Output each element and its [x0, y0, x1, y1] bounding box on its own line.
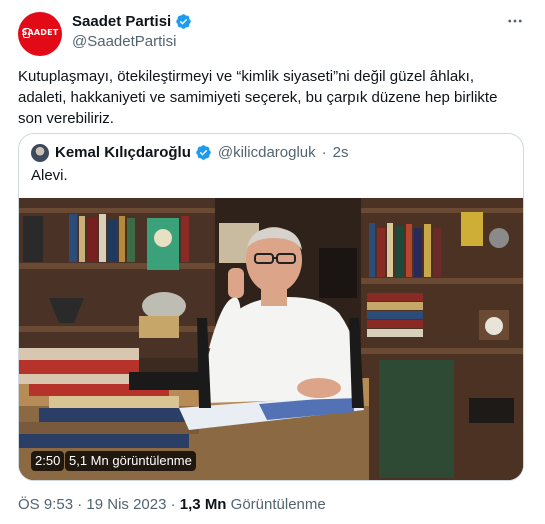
video-views-badge: 5,1 Mn görüntülenme	[65, 451, 196, 471]
video-thumbnail	[19, 198, 523, 480]
author-display-name[interactable]: Saadet Partisi	[72, 13, 171, 30]
views-label: Görüntülenme	[230, 496, 326, 513]
more-options-button[interactable]	[504, 10, 526, 32]
tweet-meta: ÖS 9:53 · 19 Nis 2023 · 1,3 Mn Görüntüle…	[18, 496, 326, 513]
separator-dot: ·	[77, 496, 83, 513]
tweet-time[interactable]: ÖS 9:53	[18, 496, 73, 513]
quoted-author-name: Kemal Kılıçdaroğlu	[55, 144, 191, 161]
quoted-tweet[interactable]: Kemal Kılıçdaroğlu @kilicdarogluk · 2s A…	[18, 133, 524, 481]
quoted-tweet-text: Alevi.	[31, 167, 68, 184]
tweet-text-line: adaleti, hakkaniyeti ve samimiyeti seçer…	[18, 89, 498, 106]
separator-dot: ·	[321, 144, 327, 161]
author-handle[interactable]: @SaadetPartisi	[72, 33, 176, 50]
tweet-text: Kutuplaşmayı, ötekileştirmeyi ve “kimlik…	[18, 66, 528, 129]
quoted-author-avatar[interactable]	[31, 144, 49, 162]
verified-badge-icon	[196, 145, 211, 160]
tweet-text-line: Kutuplaşmayı, ötekileştirmeyi ve “kimlik…	[18, 68, 475, 85]
video-duration-badge: 2:50	[31, 451, 65, 471]
quoted-author-row: Kemal Kılıçdaroğlu @kilicdarogluk · 2s	[55, 144, 348, 161]
more-horizontal-icon	[508, 19, 522, 23]
quoted-author-handle: @kilicdarogluk	[217, 144, 316, 161]
quoted-tweet-time: 2s	[332, 144, 349, 161]
author-name-row[interactable]: Saadet Partisi	[72, 13, 192, 30]
tweet[interactable]: SAADET Saadet Partisi @SaadetPartisi Kut…	[0, 0, 545, 524]
avatar-logo-text: SAADET	[21, 28, 59, 37]
tweet-date[interactable]: 19 Nis 2023	[86, 496, 166, 513]
author-avatar[interactable]: SAADET	[18, 12, 62, 56]
views-count: 1,3 Mn	[179, 496, 227, 513]
tweet-text-line: son verebiliriz.	[18, 110, 114, 127]
separator-dot: ·	[170, 496, 176, 513]
verified-badge-icon	[176, 14, 191, 29]
video-player[interactable]: 2:50 5,1 Mn görüntülenme	[19, 198, 523, 480]
